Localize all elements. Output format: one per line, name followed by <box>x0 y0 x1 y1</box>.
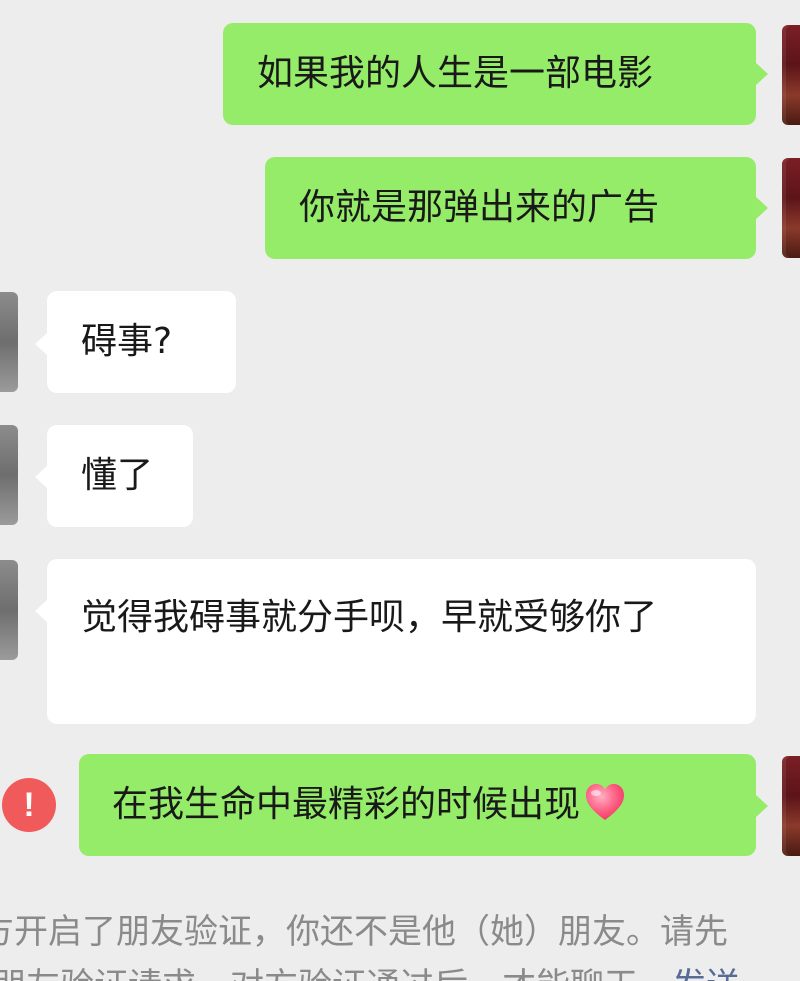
outgoing-message-bubble[interactable]: 在我生命中最精彩的时候出现 <box>79 754 756 856</box>
notice-line-2: 朋友验证请求，对方验证通过后，才能聊天。发送 <box>0 959 800 981</box>
friend-verification-notice: 方开启了朋友验证，你还不是他（她）朋友。请先 朋友验证请求，对方验证通过后，才能… <box>0 905 800 981</box>
send-verification-link[interactable]: 发送 <box>672 966 740 981</box>
notice-line-1: 方开启了朋友验证，你还不是他（她）朋友。请先 <box>0 912 728 952</box>
message-row-outgoing-failed: ! 在我生命中最精彩的时候出现 <box>0 0 800 870</box>
message-text: 在我生命中最精彩的时候出现 <box>112 784 581 825</box>
bubble-tail <box>756 795 768 817</box>
heart-emoji-icon <box>586 784 625 820</box>
send-failed-icon[interactable]: ! <box>2 778 56 832</box>
self-avatar[interactable] <box>782 756 800 856</box>
notice-line-2-text: 朋友验证请求，对方验证通过后，才能聊天。 <box>0 966 672 981</box>
